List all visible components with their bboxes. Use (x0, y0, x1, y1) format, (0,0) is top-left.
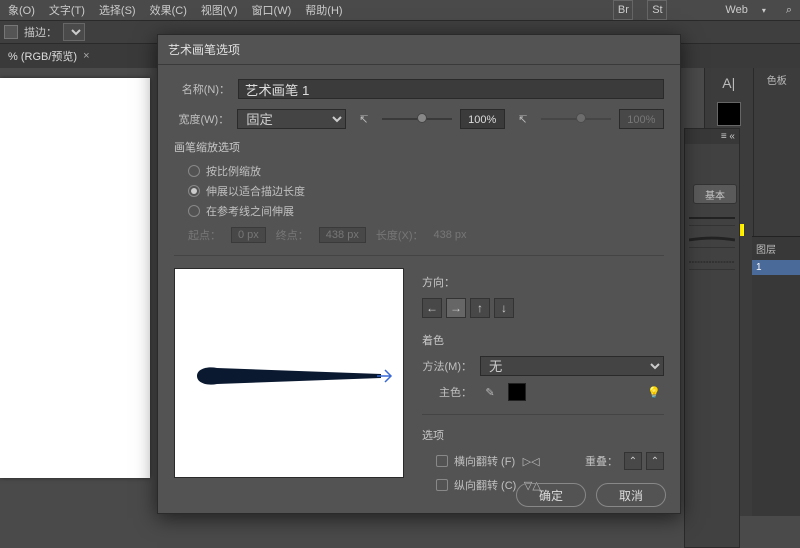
direction-right-button[interactable]: → (446, 298, 466, 318)
brush-stroke-preview (193, 364, 393, 388)
colorization-label: 着色 (422, 332, 664, 348)
flip-h-icon: ▷◁ (521, 451, 541, 471)
swatches-tab[interactable]: 色板 (767, 72, 787, 87)
key-color-swatch[interactable] (508, 383, 526, 401)
type-tool-icon[interactable]: A| (718, 72, 740, 94)
search-icon[interactable]: ⌕ (786, 4, 792, 17)
overlap-yes-button[interactable]: ⌃ (646, 452, 664, 470)
flip-horizontal-checkbox[interactable] (436, 455, 448, 467)
menu-help[interactable]: 帮助(H) (305, 2, 342, 18)
scale-option-guides[interactable]: 在参考线之间伸展 (188, 203, 664, 219)
scale-option-proportional[interactable]: 按比例缩放 (188, 163, 664, 179)
chevron-down-icon: ▾ (762, 6, 766, 15)
divider (422, 414, 664, 415)
brush-preset[interactable] (689, 210, 735, 226)
brush-preset[interactable] (689, 254, 735, 270)
fill-swatch[interactable] (4, 25, 18, 39)
close-icon[interactable]: × (83, 50, 89, 62)
brushes-basic-tab[interactable]: 基本 (693, 184, 737, 204)
width-slider-1[interactable] (382, 109, 452, 129)
guide-values-row: 起点：0 px 终点：438 px 长度(X)：438 px (188, 227, 664, 243)
name-label: 名称(N)： (174, 81, 230, 97)
eyedropper-icon[interactable]: ✎ (480, 382, 500, 402)
dialog-title: 艺术画笔选项 (158, 35, 680, 65)
stroke-weight-select[interactable] (63, 23, 85, 41)
scale-option-stretch[interactable]: 伸展以适合描边长度 (188, 183, 664, 199)
direction-down-button[interactable]: ↓ (494, 298, 514, 318)
colorization-method-select[interactable]: 无 (480, 356, 664, 376)
width-slider-2[interactable] (541, 109, 611, 129)
flip-h-label: 横向翻转 (F) (454, 453, 515, 469)
flip-vertical-checkbox[interactable] (436, 479, 448, 491)
direction-left-button[interactable]: ← (422, 298, 442, 318)
direction-up-button[interactable]: ↑ (470, 298, 490, 318)
flip-v-label: 纵向翻转 (C) (454, 477, 516, 493)
bridge-button[interactable]: Br (613, 0, 633, 20)
document-tab[interactable]: % (RGB/预览) × (8, 48, 90, 64)
document-tab-label: % (RGB/预览) (8, 48, 77, 64)
menu-object[interactable]: 象(O) (8, 2, 35, 18)
radio-label: 按比例缩放 (206, 163, 261, 179)
menu-view[interactable]: 视图(V) (201, 2, 238, 18)
width-profile-left-icon[interactable]: ↸ (354, 109, 374, 129)
workspace-switcher[interactable]: Web (725, 4, 747, 16)
ok-button[interactable]: 确定 (516, 483, 586, 507)
brush-preset[interactable] (689, 232, 735, 248)
radio-label: 在参考线之间伸展 (206, 203, 294, 219)
menu-type[interactable]: 文字(T) (49, 2, 85, 18)
stroke-label: 描边： (24, 24, 57, 40)
panel-menu-icon[interactable]: ≡ « (685, 129, 739, 144)
key-color-label: 主色： (422, 384, 472, 400)
width-label: 宽度(W)： (174, 111, 229, 127)
options-label: 选项 (422, 427, 664, 443)
radio-label: 伸展以适合描边长度 (206, 183, 305, 199)
menu-select[interactable]: 选择(S) (99, 2, 136, 18)
direction-label: 方向： (422, 274, 664, 290)
color-swatch[interactable] (717, 102, 741, 126)
overlap-none-button[interactable]: ⌃ (624, 452, 642, 470)
width-value-2: 100% (619, 109, 664, 129)
divider (174, 255, 664, 256)
layer-row[interactable]: 1 (752, 260, 800, 275)
tips-icon[interactable]: 💡 (644, 382, 664, 402)
width-value-1[interactable]: 100% (460, 109, 505, 129)
menu-window[interactable]: 窗口(W) (252, 2, 292, 18)
cancel-button[interactable]: 取消 (596, 483, 666, 507)
menubar: 象(O) 文字(T) 选择(S) 效果(C) 视图(V) 窗口(W) 帮助(H)… (0, 0, 800, 20)
art-brush-options-dialog: 艺术画笔选项 名称(N)： 宽度(W)： 固定 ↸ 100% ↸ 100% 画笔… (157, 34, 681, 514)
brushes-panel: ≡ « 基本 (684, 128, 740, 548)
brush-preview (174, 268, 404, 478)
artboard (0, 78, 150, 478)
stock-button[interactable]: St (647, 0, 667, 20)
layers-panel: 图层 1 (752, 236, 800, 516)
scale-section-label: 画笔缩放选项 (174, 139, 664, 155)
menu-effect[interactable]: 效果(C) (150, 2, 187, 18)
width-mode-select[interactable]: 固定 (237, 109, 346, 129)
width-profile-right-icon[interactable]: ↸ (513, 109, 533, 129)
layers-tab[interactable]: 图层 (752, 237, 800, 260)
brush-name-input[interactable] (238, 79, 664, 99)
method-label: 方法(M)： (422, 358, 472, 374)
overlap-label: 重叠： (585, 453, 618, 469)
